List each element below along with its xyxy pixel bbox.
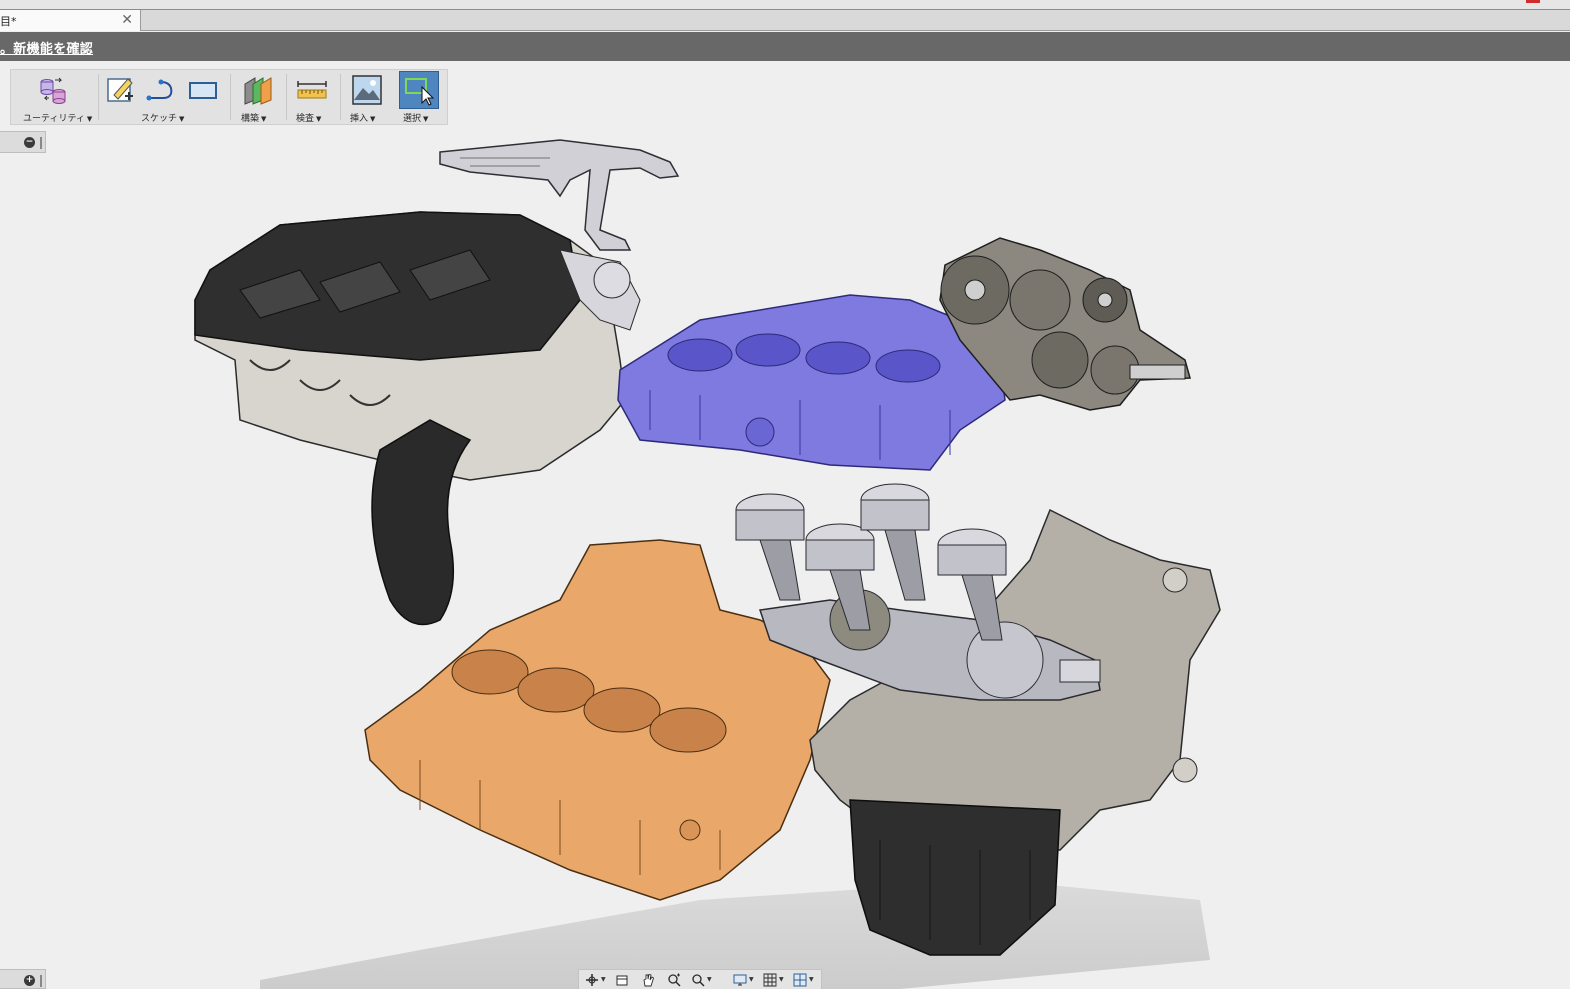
construct-icon [244, 77, 272, 105]
window-control-mark[interactable] [1526, 0, 1540, 3]
navigation-bar: ▼ ▼ ▼ ▼ ▼ [578, 969, 822, 989]
toolbar-group-utility[interactable]: ユーティリティ ▼ [11, 70, 99, 124]
engine-assembly-model[interactable] [0, 126, 1570, 989]
whats-new-link[interactable]: 。新機能を確認 [0, 38, 93, 57]
toolbar-label-inspect: 検査 ▼ [296, 114, 322, 124]
lower-crankcase-part[interactable] [809, 508, 1221, 956]
pan-icon[interactable] [641, 973, 655, 987]
select-tool-button[interactable] [399, 71, 439, 109]
create-sketch-icon [107, 78, 133, 102]
toolbar-label-utility: ユーティリティ ▼ [23, 114, 93, 124]
notification-banner: 。新機能を確認 [0, 32, 1570, 61]
display-settings-icon[interactable] [733, 973, 747, 987]
design-toolbar: ユーティリティ ▼ スケッチ ▼ 構築 ▼ 検査 ▼ 挿入 ▼ 選択 ▼ [10, 69, 448, 125]
viewports-icon[interactable] [793, 973, 807, 987]
grid-icon[interactable] [763, 973, 777, 987]
zoom-icon[interactable] [667, 973, 681, 987]
measure-icon [297, 81, 327, 99]
zoom-dropdown-icon[interactable]: ▼ [707, 976, 712, 983]
orbit-dropdown-icon[interactable]: ▼ [601, 976, 606, 983]
orbit-icon[interactable] [585, 973, 599, 987]
utility-icon [40, 77, 66, 104]
intake-duct-part[interactable] [371, 419, 472, 626]
cylinder-block-part[interactable] [617, 294, 1006, 471]
toolbar-label-insert: 挿入 ▼ [350, 114, 376, 124]
toolbar-label-construct: 構築 ▼ [241, 114, 267, 124]
insert-image-icon [352, 75, 382, 105]
toolbar-label-sketch: スケッチ ▼ [141, 114, 185, 124]
display-dropdown-icon[interactable]: ▼ [749, 976, 754, 983]
toolbar-label-select: 選択 ▼ [403, 114, 429, 124]
document-tab-bar: 目* ✕ [0, 10, 1570, 31]
grid-dropdown-icon[interactable]: ▼ [779, 976, 784, 983]
toolbar-group-construct[interactable]: 構築 ▼ [231, 70, 287, 124]
viewports-dropdown-icon[interactable]: ▼ [809, 976, 814, 983]
3d-viewport[interactable] [0, 126, 1570, 989]
toolbar-group-insert[interactable]: 挿入 ▼ [341, 70, 395, 124]
toolbar-group-sketch[interactable]: スケッチ ▼ [99, 70, 231, 124]
line-tool-icon [146, 79, 173, 101]
zoom-window-icon[interactable] [691, 973, 705, 987]
close-icon[interactable]: ✕ [121, 11, 133, 29]
rectangle-tool-icon [189, 82, 217, 99]
select-icon [405, 78, 435, 106]
document-tab-label: 目* [0, 15, 17, 28]
toolbar-group-inspect[interactable]: 検査 ▼ [287, 70, 341, 124]
document-tab[interactable]: 目* ✕ [0, 10, 141, 31]
title-bar [0, 0, 1570, 10]
look-at-icon[interactable] [615, 973, 629, 987]
